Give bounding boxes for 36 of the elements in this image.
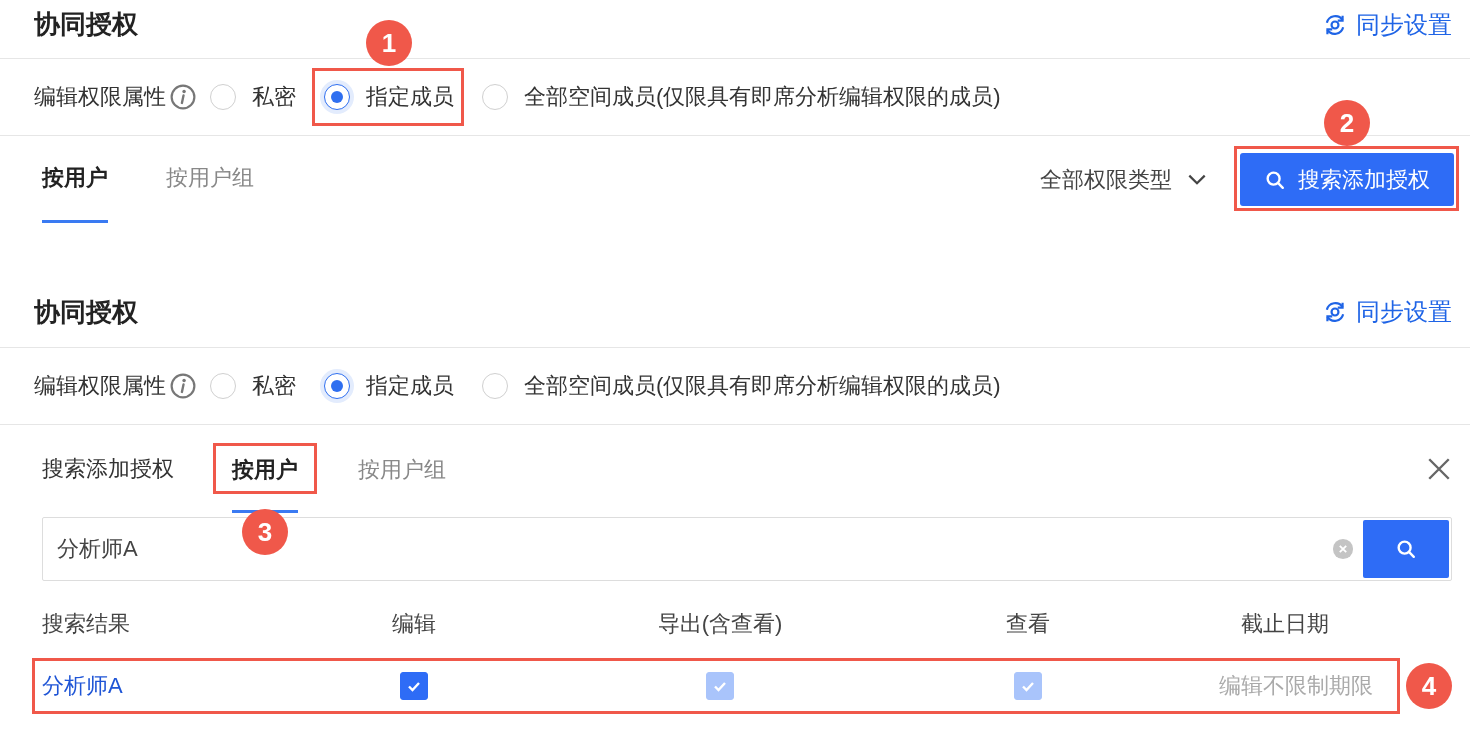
permission-label: 编辑权限属性 [34,372,166,400]
search-icon [1264,168,1286,191]
radio-option[interactable]: 私密 [210,371,296,401]
section-title: 协同授权 [34,7,138,41]
tab[interactable]: 按用户 [42,136,108,223]
search-icon [1395,538,1417,560]
checkbox[interactable] [400,672,428,700]
radio-option[interactable]: 全部空间成员(仅限具有即席分析编辑权限的成员) [482,371,1001,401]
permission-type-dropdown[interactable]: 全部权限类型 [1040,164,1208,195]
info-icon [170,84,196,110]
column-header: 查看 [1005,610,1051,638]
permission-label: 编辑权限属性 [34,83,166,111]
search-add-button[interactable]: 搜索添加授权 [1240,153,1454,206]
section-title: 协同授权 [34,295,138,329]
step-badge: 1 [366,20,412,66]
radio-option[interactable]: 指定成员 [324,82,454,112]
column-header: 编辑 [391,610,437,638]
column-header: 搜索结果 [42,610,131,638]
sync-settings-link[interactable]: 同步设置 [1322,9,1452,41]
user-link[interactable]: 分析师A [42,671,123,701]
column-header: 截止日期 [1240,610,1330,638]
close-icon[interactable] [1426,456,1452,482]
radio-option[interactable]: 全部空间成员(仅限具有即席分析编辑权限的成员) [482,82,1001,112]
step-badge: 2 [1324,100,1370,146]
column-header: 导出(含查看) [656,610,784,638]
step-badge: 4 [1406,663,1452,709]
clear-icon[interactable] [1332,538,1354,560]
search-add-title: 搜索添加授权 [42,455,174,483]
radio-option[interactable]: 私密 [210,82,296,112]
deadline-text: 编辑不限制期限 [1218,672,1374,700]
radio-option[interactable]: 指定成员 [324,371,454,401]
search-button[interactable] [1363,520,1449,578]
tab[interactable]: 按用户组 [358,425,446,513]
tab[interactable]: 按用户组 [166,136,254,223]
sync-settings-link[interactable]: 同步设置 [1322,296,1452,328]
info-icon [170,373,196,399]
